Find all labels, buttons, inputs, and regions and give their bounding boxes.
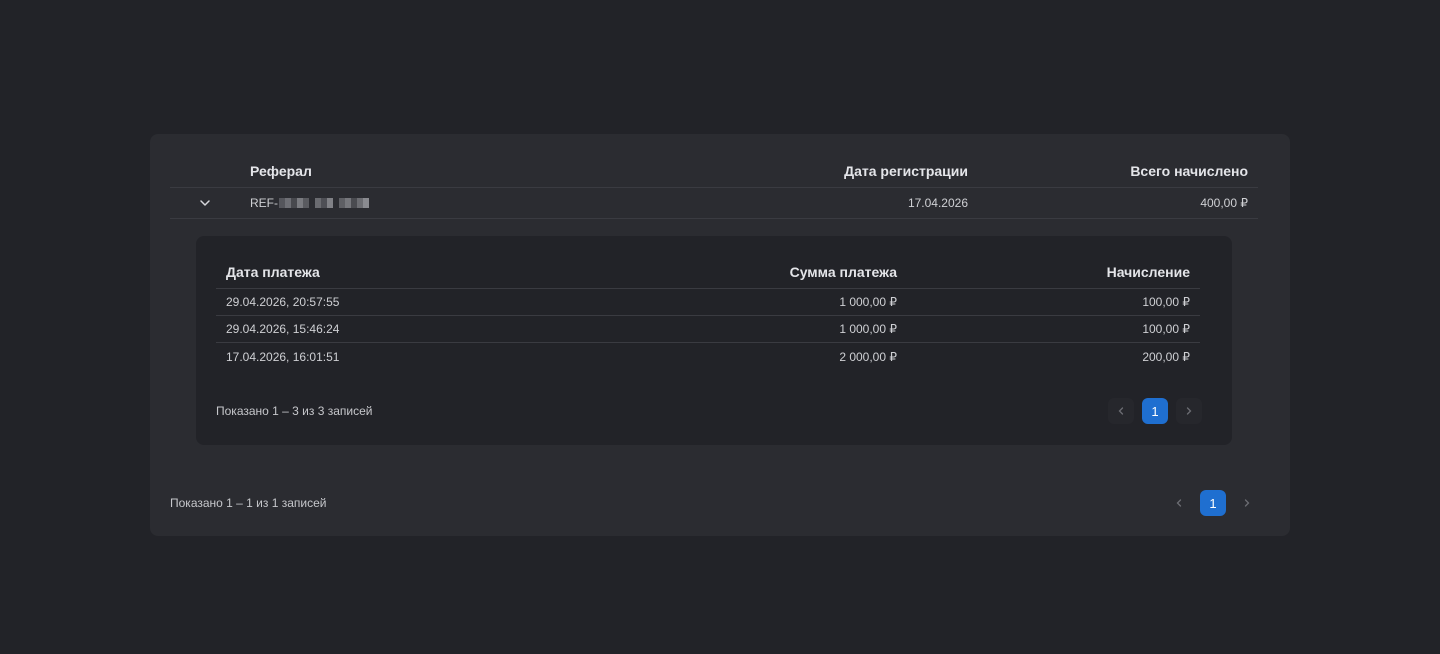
referrals-pagination: 1 [1166, 490, 1260, 516]
referral-prefix: REF- [250, 196, 278, 210]
payment-amount: 2 000,00 ₽ [839, 350, 897, 364]
payment-amount: 1 000,00 ₽ [839, 295, 897, 309]
chevron-left-icon [1118, 407, 1124, 415]
payment-date: 29.04.2026, 20:57:55 [226, 295, 340, 309]
chevron-down-icon[interactable] [198, 196, 212, 210]
payment-amount: 1 000,00 ₽ [839, 322, 897, 336]
payment-accrual: 100,00 ₽ [1142, 322, 1190, 336]
payment-accrual: 200,00 ₽ [1142, 350, 1190, 364]
payments-page-1-button[interactable]: 1 [1142, 398, 1168, 424]
referrals-prev-page-button[interactable] [1166, 490, 1192, 516]
total-accrued: 400,00 ₽ [1200, 196, 1248, 210]
referrals-next-page-button[interactable] [1234, 490, 1260, 516]
column-payment-date: Дата платежа [226, 264, 320, 280]
table-row: 17.04.2026, 16:01:51 2 000,00 ₽ 200,00 ₽ [216, 344, 1200, 371]
registration-date: 17.04.2026 [907, 196, 968, 210]
chevron-left-icon [1176, 499, 1182, 507]
payments-next-page-button[interactable] [1176, 398, 1202, 424]
column-referral: Реферал [250, 163, 312, 179]
referrals-page-1-button[interactable]: 1 [1200, 490, 1226, 516]
column-total-accrued: Всего начислено [1130, 163, 1248, 179]
payment-date: 17.04.2026, 16:01:51 [226, 350, 340, 364]
chevron-right-icon [1186, 407, 1192, 415]
payments-pagination: 1 [1108, 398, 1202, 424]
column-accrual: Начисление [1106, 264, 1190, 280]
chevron-right-icon [1244, 499, 1250, 507]
referral-code: REF- [250, 196, 369, 210]
payments-pagination-info: Показано 1 – 3 из 3 записей [216, 404, 373, 418]
redacted-referral-id [279, 198, 369, 208]
table-row: 29.04.2026, 20:57:55 1 000,00 ₽ 100,00 ₽ [216, 289, 1200, 316]
column-registration-date: Дата регистрации [844, 163, 968, 179]
payments-table-header: Дата платежа Сумма платежа Начисление [216, 262, 1200, 289]
referrals-card: Реферал Дата регистрации Всего начислено… [150, 134, 1290, 536]
referrals-table-header: Реферал Дата регистрации Всего начислено [170, 160, 1258, 188]
payments-panel: Дата платежа Сумма платежа Начисление 29… [196, 236, 1232, 445]
referrals-pagination-info: Показано 1 – 1 из 1 записей [170, 496, 327, 510]
column-payment-amount: Сумма платежа [789, 264, 897, 280]
payment-accrual: 100,00 ₽ [1142, 295, 1190, 309]
payments-prev-page-button[interactable] [1108, 398, 1134, 424]
payment-date: 29.04.2026, 15:46:24 [226, 322, 340, 336]
table-row[interactable]: REF- 17.04.2026 400,00 ₽ [170, 188, 1258, 219]
table-row: 29.04.2026, 15:46:24 1 000,00 ₽ 100,00 ₽ [216, 316, 1200, 343]
